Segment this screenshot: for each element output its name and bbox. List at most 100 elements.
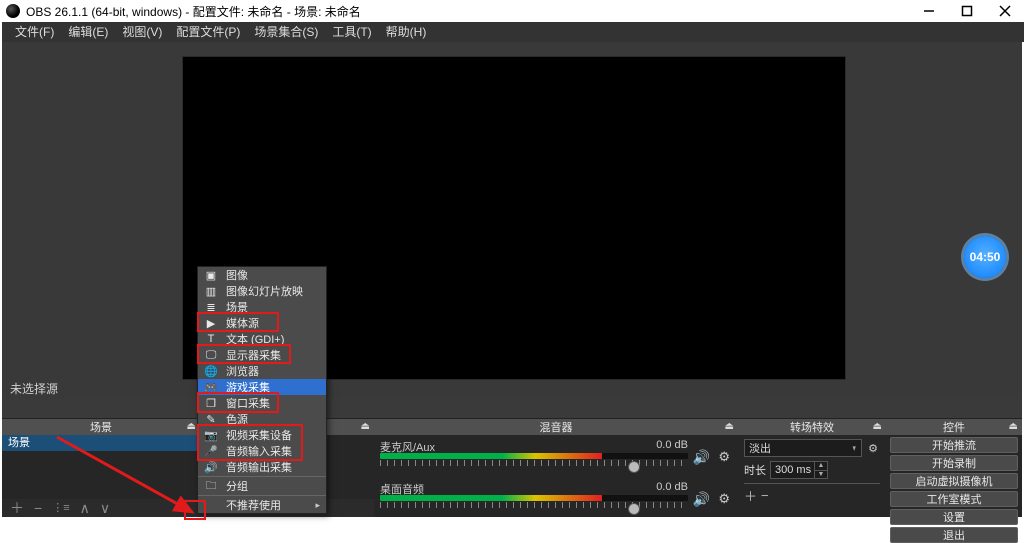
start-virtualcam-button[interactable]: 启动虚拟摄像机 (890, 473, 1018, 489)
dock-scenes-header[interactable]: 场景 ⏏ (2, 419, 200, 435)
menu-profile[interactable]: 配置文件(P) (169, 22, 247, 42)
window-title: OBS 26.1.1 (64-bit, windows) - 配置文件: 未命名… (26, 3, 361, 20)
menu-item-video-dev[interactable]: 📷视频采集设备 (198, 427, 326, 443)
dock-controls: 控件 ⏏ 开始推流 开始录制 启动虚拟摄像机 工作室模式 设置 退出 (886, 418, 1022, 517)
mixer-channel-mic: 麦克风/Aux 0.0 dB 🔊 ⚙ (380, 439, 732, 477)
timer-badge[interactable]: 04:50 (964, 236, 1006, 278)
chevron-down-icon: ▾ (853, 443, 856, 454)
minimize-button[interactable] (910, 0, 948, 22)
menu-edit[interactable]: 编辑(E) (61, 22, 115, 42)
chevron-right-icon: ▸ (315, 500, 320, 511)
menu-help[interactable]: 帮助(H) (379, 22, 434, 42)
game-icon: 🎮 (204, 380, 218, 394)
speaker-icon[interactable]: 🔊 (693, 491, 710, 508)
dock-mixer-title: 混音器 (540, 419, 573, 435)
menu-item-deprecated[interactable]: 不推荐使用▸ (198, 497, 326, 513)
mixer-body: 麦克风/Aux 0.0 dB 🔊 ⚙ 桌面音频 0.0 dB 🔊 ⚙ (374, 435, 738, 517)
dock-mixer: 混音器 ⏏ 麦克风/Aux 0.0 dB 🔊 ⚙ 桌面音频 0.0 dB (374, 418, 738, 517)
menu-item-game[interactable]: 🎮游戏采集 (198, 379, 326, 395)
mixer-meter (380, 453, 688, 459)
scene-item[interactable]: 场景 (2, 435, 200, 451)
gear-icon[interactable]: ⚙ (718, 491, 730, 507)
app-icon (6, 4, 20, 18)
mixer-scale (380, 502, 688, 508)
menu-item-slideshow[interactable]: ▥图像幻灯片放映 (198, 283, 326, 299)
mixer-channel-desktop: 桌面音频 0.0 dB 🔊 ⚙ (380, 481, 732, 519)
start-record-button[interactable]: 开始录制 (890, 455, 1018, 471)
image-icon: ▣ (204, 268, 218, 282)
menu-item-color[interactable]: ✎色源 (198, 411, 326, 427)
remove-transition-button[interactable]: − (761, 488, 769, 503)
camera-icon: 📷 (204, 428, 218, 442)
preview-area: 未选择源 04:50 (2, 42, 1022, 398)
gear-icon[interactable]: ⚙ (718, 449, 730, 465)
menu-item-audio-in[interactable]: 🎤音频输入采集 (198, 443, 326, 459)
menu-item-image[interactable]: ▣图像 (198, 267, 326, 283)
play-icon: ▶ (204, 316, 218, 330)
dock-controls-header[interactable]: 控件 ⏏ (886, 419, 1022, 435)
maximize-button[interactable] (948, 0, 986, 22)
menu-separator (198, 495, 326, 496)
eject-icon[interactable]: ⏏ (361, 421, 370, 432)
mixer-ch-db: 0.0 dB (656, 439, 688, 451)
menu-separator (198, 476, 326, 477)
mixer-fader-knob[interactable] (628, 461, 640, 473)
close-button[interactable] (986, 0, 1024, 22)
start-stream-button[interactable]: 开始推流 (890, 437, 1018, 453)
globe-icon: 🌐 (204, 364, 218, 378)
scenes-toolbar: ＋ − ⋮≡ ∧ ∨ (2, 499, 200, 517)
menubar: 文件(F) 编辑(E) 视图(V) 配置文件(P) 场景集合(S) 工具(T) … (2, 22, 1024, 42)
window-icon: ❐ (204, 396, 218, 410)
separator (744, 483, 880, 484)
minimize-icon (923, 5, 935, 17)
gear-icon[interactable]: ⚙ (866, 441, 880, 455)
transition-duration-value: 300 ms (775, 464, 811, 476)
settings-button[interactable]: 设置 (890, 509, 1018, 525)
titlebar: OBS 26.1.1 (64-bit, windows) - 配置文件: 未命名… (0, 0, 1024, 22)
eject-icon[interactable]: ⏏ (725, 421, 734, 432)
menu-item-audio-out[interactable]: 🔊音频输出采集 (198, 459, 326, 475)
mixer-meter (380, 495, 688, 501)
menu-item-group[interactable]: 🗀分组 (198, 478, 326, 494)
spin-buttons[interactable]: ▲▼ (814, 462, 827, 478)
dock-scenes: 场景 ⏏ 场景 ＋ − ⋮≡ ∧ ∨ (2, 418, 200, 517)
mixer-fader-knob[interactable] (628, 503, 640, 515)
speaker-icon[interactable]: 🔊 (693, 449, 710, 466)
menu-item-window[interactable]: ❐窗口采集 (198, 395, 326, 411)
scene-filters-icon[interactable]: ⋮≡ (52, 503, 69, 514)
dock-transitions: 转场特效 ⏏ 淡出 ▾ ⚙ 时长 300 ms ▲▼ (738, 418, 886, 517)
menu-item-text[interactable]: T文本 (GDI+) (198, 331, 326, 347)
dock-scenes-title: 场景 (90, 419, 112, 435)
menu-scenes[interactable]: 场景集合(S) (247, 22, 325, 42)
dock-transitions-header[interactable]: 转场特效 ⏏ (738, 419, 886, 435)
remove-scene-button[interactable]: − (34, 501, 42, 515)
eject-icon[interactable]: ⏏ (1009, 421, 1018, 432)
menu-item-browser[interactable]: 🌐浏览器 (198, 363, 326, 379)
menu-item-display[interactable]: 🖵显示器采集 (198, 347, 326, 363)
mixer-scale (380, 460, 688, 466)
exit-button[interactable]: 退出 (890, 527, 1018, 543)
scene-down-button[interactable]: ∨ (100, 501, 110, 515)
transition-type-value: 淡出 (749, 440, 771, 456)
transition-type-combo[interactable]: 淡出 ▾ (744, 439, 862, 457)
menu-item-media[interactable]: ▶媒体源 (198, 315, 326, 331)
studio-mode-button[interactable]: 工作室模式 (890, 491, 1018, 507)
add-scene-button[interactable]: ＋ (10, 501, 24, 515)
text-icon: T (204, 332, 218, 346)
menu-item-scene[interactable]: ≣场景 (198, 299, 326, 315)
dock-controls-title: 控件 (943, 419, 965, 435)
eject-icon[interactable]: ⏏ (187, 421, 196, 432)
menu-tools[interactable]: 工具(T) (325, 22, 378, 42)
controls-body: 开始推流 开始录制 启动虚拟摄像机 工作室模式 设置 退出 (886, 435, 1022, 517)
add-source-menu: ▣图像 ▥图像幻灯片放映 ≣场景 ▶媒体源 T文本 (GDI+) 🖵显示器采集 … (197, 266, 327, 514)
transitions-body: 淡出 ▾ ⚙ 时长 300 ms ▲▼ ＋ − (738, 435, 886, 517)
transition-duration-spin[interactable]: 300 ms ▲▼ (770, 461, 828, 479)
menu-view[interactable]: 视图(V) (115, 22, 169, 42)
menu-file[interactable]: 文件(F) (8, 22, 61, 42)
add-transition-button[interactable]: ＋ (744, 486, 757, 505)
eject-icon[interactable]: ⏏ (873, 421, 882, 432)
scene-up-button[interactable]: ∧ (80, 501, 90, 515)
close-icon (999, 5, 1011, 17)
app-window: OBS 26.1.1 (64-bit, windows) - 配置文件: 未命名… (0, 0, 1024, 518)
dock-mixer-header[interactable]: 混音器 ⏏ (374, 419, 738, 435)
